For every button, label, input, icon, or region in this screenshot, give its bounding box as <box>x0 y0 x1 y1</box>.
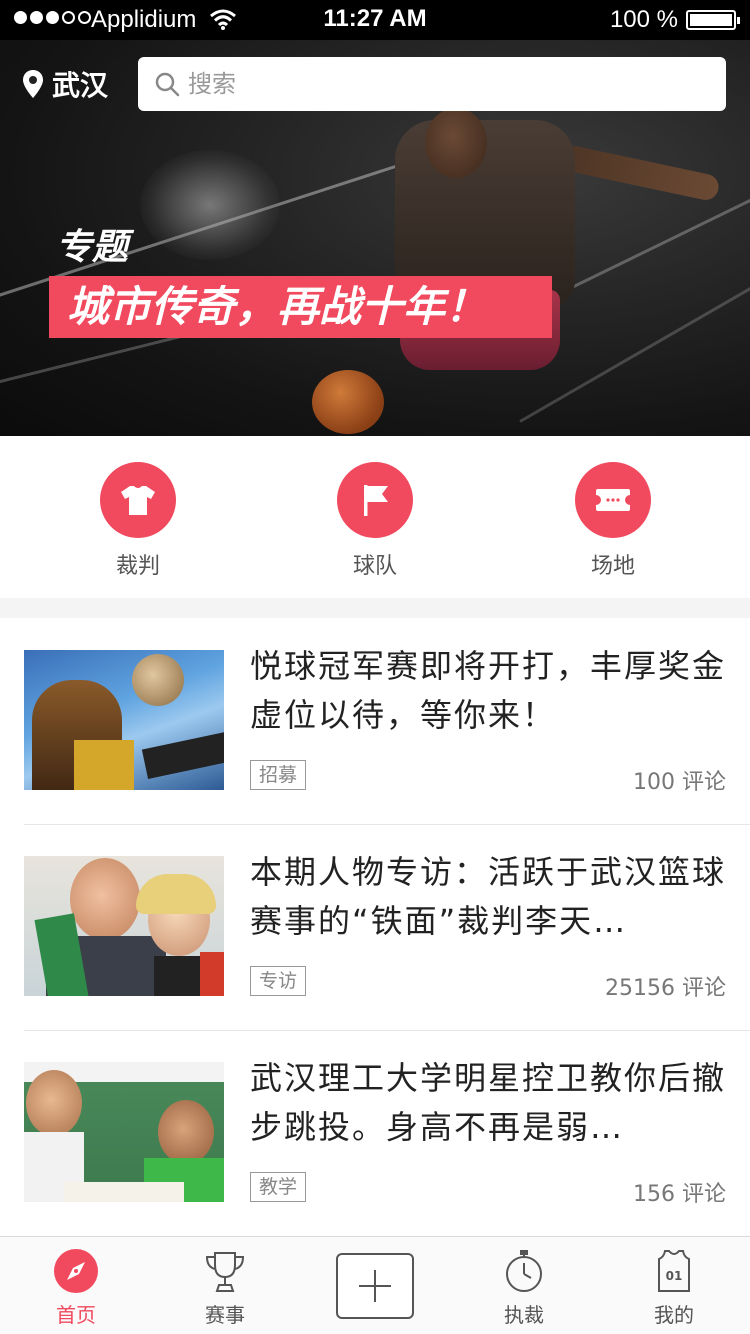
category-team[interactable]: 球队 <box>305 462 445 580</box>
tab-officiate[interactable]: 执裁 <box>464 1247 584 1328</box>
news-title: 本期人物专访：活跃于武汉篮球赛事的“铁面”裁判李天… <box>250 853 727 940</box>
search-bar[interactable] <box>138 57 726 111</box>
category-circle <box>575 462 651 538</box>
battery-icon <box>686 10 740 30</box>
comment-count: 25156 评论 <box>605 976 726 1001</box>
search-icon <box>155 72 180 97</box>
banner-tag: 专题 <box>56 227 129 268</box>
tab-events[interactable]: 赛事 <box>165 1247 285 1328</box>
news-tag: 招募 <box>250 760 307 790</box>
category-venue[interactable]: 场地 <box>543 462 683 580</box>
player-arm <box>559 143 721 203</box>
category-circle <box>100 462 176 538</box>
svg-text:01: 01 <box>666 1269 683 1283</box>
tab-label: 首页 <box>56 1303 96 1327</box>
status-bar: Applidium 11:27 AM 100 % <box>0 0 750 40</box>
city-name: 武汉 <box>52 69 109 102</box>
category-label: 裁判 <box>115 554 160 579</box>
news-tag: 教学 <box>250 1172 307 1202</box>
tab-profile[interactable]: 01 我的 <box>614 1247 734 1328</box>
classroom-thumb <box>24 1062 224 1202</box>
section-divider <box>0 598 750 618</box>
tab-label: 赛事 <box>205 1303 245 1327</box>
news-title: 悦球冠军赛即将开打，丰厚奖金虚位以待，等你来！ <box>250 647 727 734</box>
flag-icon <box>364 485 388 516</box>
add-button[interactable] <box>336 1253 414 1319</box>
court-icon <box>593 489 633 511</box>
news-title: 武汉理工大学明星控卫教你后撤步跳投。身高不再是弱… <box>250 1059 727 1146</box>
city-selector[interactable]: 武汉 <box>22 64 108 104</box>
tab-home[interactable]: 首页 <box>16 1247 136 1328</box>
add-icon <box>359 1270 391 1302</box>
basketball-player-thumb <box>24 650 224 790</box>
news-item[interactable]: 本期人物专访：活跃于武汉篮球赛事的“铁面”裁判李天… 专访 25156 评论 <box>0 824 750 1030</box>
motion-blur-ball <box>140 150 280 260</box>
category-circle <box>337 462 413 538</box>
referee-portrait-thumb <box>24 856 224 996</box>
comment-count: 100 评论 <box>633 770 726 795</box>
news-item[interactable]: 悦球冠军赛即将开打，丰厚奖金虚位以待，等你来！ 招募 100 评论 <box>0 618 750 824</box>
shirt-icon <box>121 486 155 515</box>
banner-headline: 城市传奇，再战十年！ <box>49 276 552 338</box>
tab-bar: 首页 赛事 执裁 01 我的 <box>0 1236 750 1334</box>
trophy-icon <box>205 1252 245 1292</box>
basketball-image <box>312 370 384 434</box>
category-label: 球队 <box>352 554 397 579</box>
tab-label: 执裁 <box>504 1303 544 1327</box>
tab-label: 我的 <box>654 1303 694 1327</box>
search-input[interactable] <box>188 70 708 98</box>
category-row: 裁判 球队 场地 <box>0 436 750 598</box>
player-head <box>425 108 487 178</box>
news-tag: 专访 <box>250 966 307 996</box>
location-pin-icon <box>23 70 43 98</box>
news-list: 悦球冠军赛即将开打，丰厚奖金虚位以待，等你来！ 招募 100 评论 本期人物专访… <box>0 618 750 1236</box>
category-referee[interactable]: 裁判 <box>68 462 208 580</box>
compass-icon <box>54 1249 98 1293</box>
comment-count: 156 评论 <box>633 1182 726 1207</box>
category-label: 场地 <box>590 554 635 579</box>
news-item[interactable]: 武汉理工大学明星控卫教你后撤步跳投。身高不再是弱… 教学 156 评论 <box>0 1030 750 1236</box>
stopwatch-icon <box>506 1250 542 1292</box>
battery-percentage: 100 % <box>609 6 678 33</box>
jersey-icon: 01 <box>658 1250 690 1292</box>
